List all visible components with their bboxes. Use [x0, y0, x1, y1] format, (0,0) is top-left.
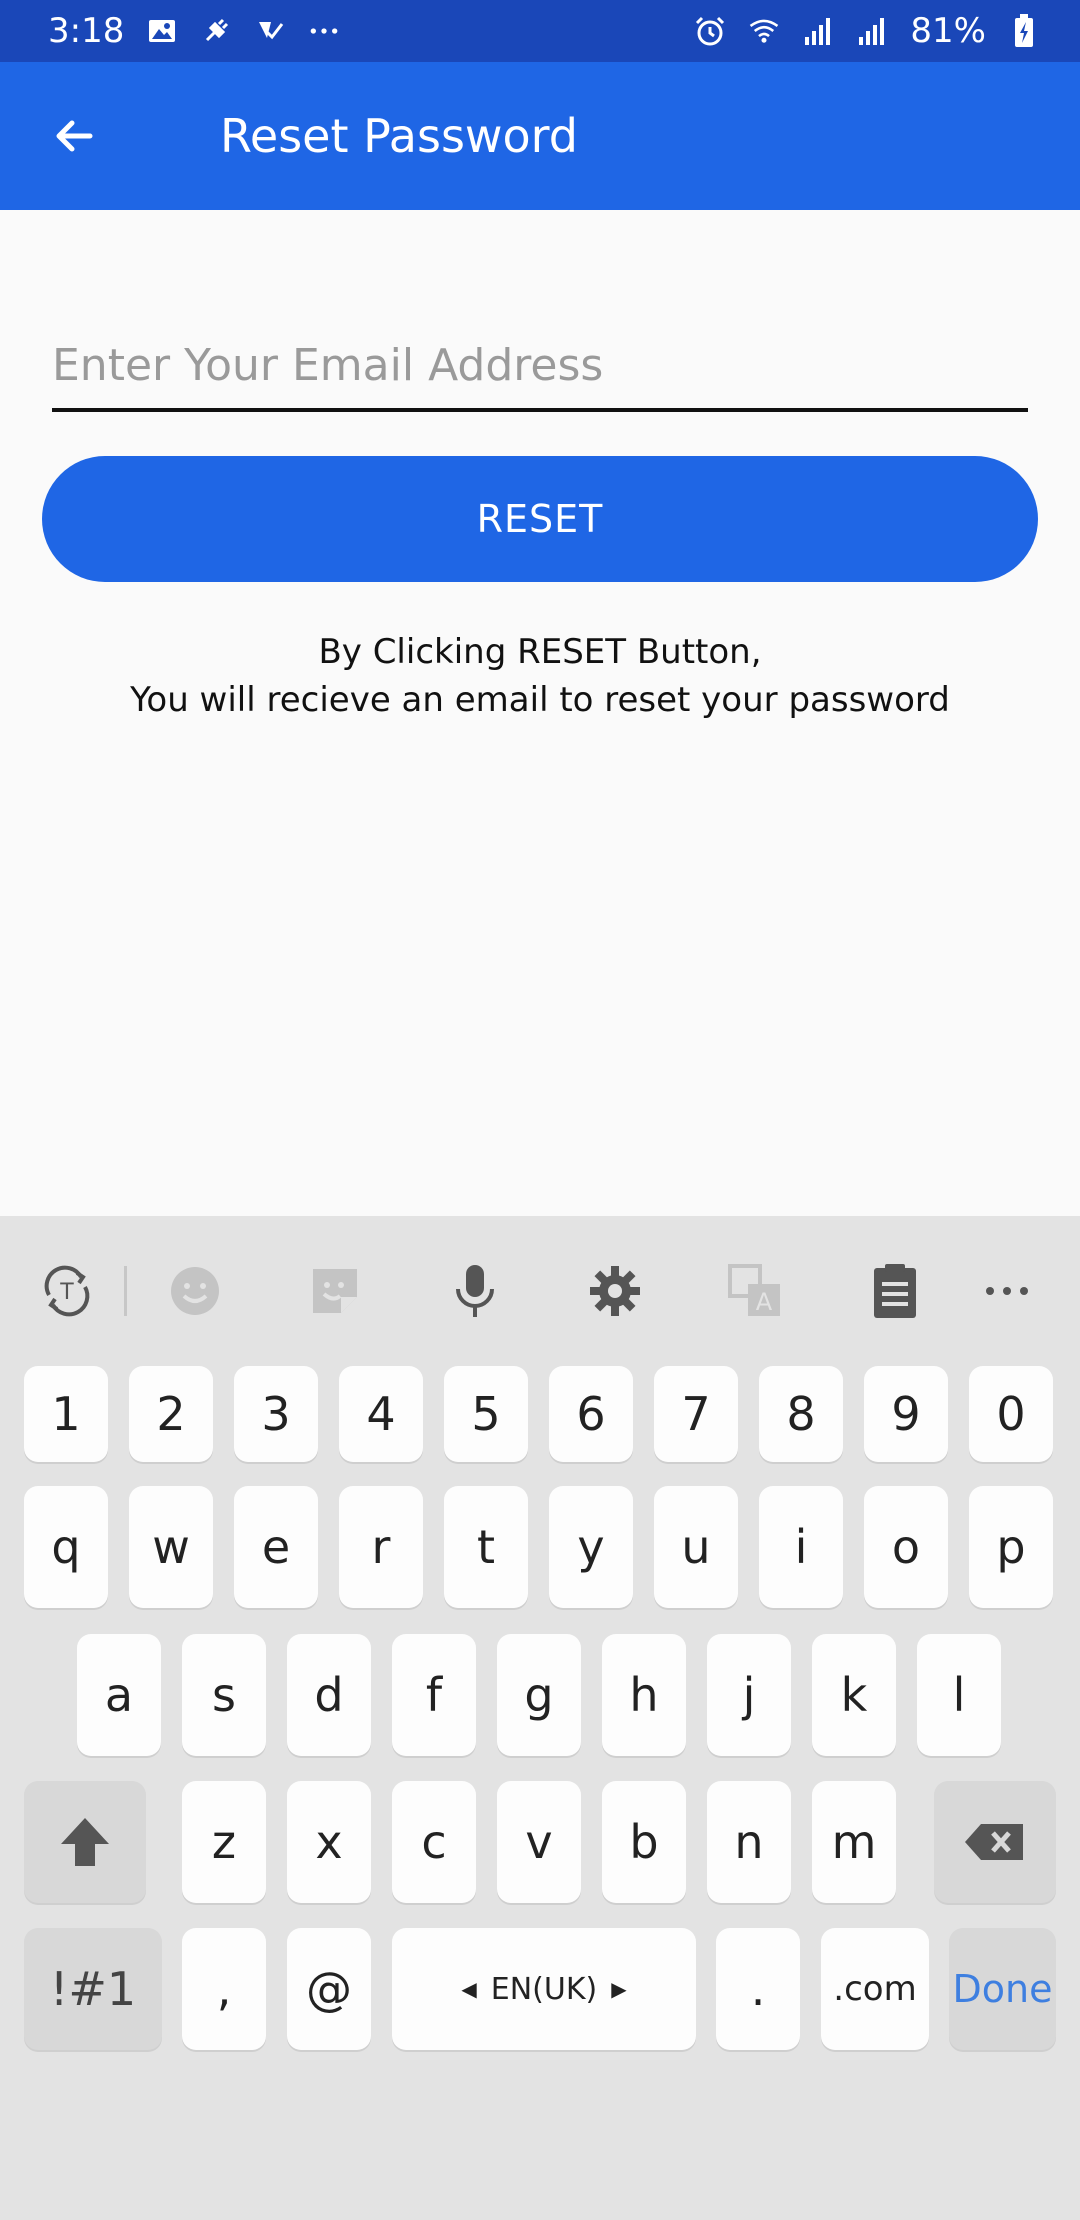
language-label: EN(UK)	[490, 1971, 598, 2007]
app-bar: Reset Password	[0, 62, 1080, 210]
key-3[interactable]: 3	[234, 1366, 318, 1462]
key-k[interactable]: k	[812, 1634, 896, 1756]
helper-line-1: By Clicking RESET Button,	[318, 632, 762, 672]
key-z[interactable]: z	[182, 1781, 266, 1903]
status-bar: 3:18 81%	[0, 0, 1080, 62]
key-g[interactable]: g	[497, 1634, 581, 1756]
key-d[interactable]: d	[287, 1634, 371, 1756]
key-8[interactable]: 8	[759, 1366, 843, 1462]
gear-icon[interactable]	[585, 1261, 645, 1321]
shift-arrow-icon	[61, 1818, 109, 1866]
soft-keyboard: T A 1 2 3 4 5 6 7 8 9 0 q w e r t y u i …	[0, 1216, 1080, 2220]
key-e[interactable]: e	[234, 1486, 318, 1608]
plug-icon	[200, 15, 232, 47]
more-options-icon[interactable]	[977, 1261, 1037, 1321]
key-s[interactable]: s	[182, 1634, 266, 1756]
more-notifications-icon	[308, 15, 340, 47]
at-key[interactable]: @	[287, 1928, 371, 2050]
image-icon	[146, 15, 178, 47]
key-6[interactable]: 6	[549, 1366, 633, 1462]
arrow-back-icon	[56, 120, 93, 152]
key-9[interactable]: 9	[864, 1366, 948, 1462]
key-4[interactable]: 4	[339, 1366, 423, 1462]
key-1[interactable]: 1	[24, 1366, 108, 1462]
translate-icon[interactable]: A	[725, 1261, 785, 1321]
key-m[interactable]: m	[812, 1781, 896, 1903]
key-o[interactable]: o	[864, 1486, 948, 1608]
done-key[interactable]: Done	[949, 1928, 1056, 2050]
reset-button[interactable]: RESET	[42, 456, 1038, 582]
key-r[interactable]: r	[339, 1486, 423, 1608]
signal-icon	[802, 15, 834, 47]
back-button[interactable]	[32, 94, 116, 178]
toolbar-divider	[124, 1266, 127, 1316]
svg-text:A: A	[756, 1288, 773, 1316]
text-mode-icon[interactable]: T	[37, 1261, 97, 1321]
key-j[interactable]: j	[707, 1634, 791, 1756]
key-u[interactable]: u	[654, 1486, 738, 1608]
period-key[interactable]: .	[716, 1928, 800, 2050]
key-a[interactable]: a	[77, 1634, 161, 1756]
keyboard-toolbar: T A	[0, 1216, 1080, 1366]
spacebar-key[interactable]: ◀ EN(UK) ▶	[392, 1928, 696, 2050]
comma-key[interactable]: ,	[182, 1928, 266, 2050]
key-i[interactable]: i	[759, 1486, 843, 1608]
check-icon	[254, 15, 286, 47]
key-n[interactable]: n	[707, 1781, 791, 1903]
key-x[interactable]: x	[287, 1781, 371, 1903]
sticker-icon[interactable]	[305, 1261, 365, 1321]
dotcom-key[interactable]: .com	[821, 1928, 929, 2050]
key-t[interactable]: t	[444, 1486, 528, 1608]
language-right-arrow-icon: ▶	[611, 1977, 627, 2001]
key-0[interactable]: 0	[969, 1366, 1053, 1462]
status-time: 3:18	[48, 11, 125, 51]
email-input[interactable]	[52, 322, 1028, 408]
wifi-icon	[748, 15, 780, 47]
key-v[interactable]: v	[497, 1781, 581, 1903]
svg-text:T: T	[59, 1280, 74, 1305]
key-h[interactable]: h	[602, 1634, 686, 1756]
signal-icon-2	[856, 15, 888, 47]
microphone-icon[interactable]	[445, 1261, 505, 1321]
key-q[interactable]: q	[24, 1486, 108, 1608]
reset-helper-text: By Clicking RESET Button, You will recie…	[0, 628, 1080, 724]
email-field-container	[52, 322, 1028, 412]
page-title: Reset Password	[220, 109, 578, 163]
symbols-key[interactable]: !#1	[24, 1928, 162, 2050]
backspace-icon	[965, 1824, 1023, 1860]
key-y[interactable]: y	[549, 1486, 633, 1608]
backspace-key[interactable]	[934, 1781, 1056, 1903]
shift-key[interactable]	[24, 1781, 146, 1903]
key-5[interactable]: 5	[444, 1366, 528, 1462]
clipboard-icon[interactable]	[865, 1261, 925, 1321]
helper-line-2: You will recieve an email to reset your …	[130, 680, 950, 720]
key-w[interactable]: w	[129, 1486, 213, 1608]
key-p[interactable]: p	[969, 1486, 1053, 1608]
key-2[interactable]: 2	[129, 1366, 213, 1462]
emoji-icon[interactable]	[165, 1261, 225, 1321]
key-c[interactable]: c	[392, 1781, 476, 1903]
key-f[interactable]: f	[392, 1634, 476, 1756]
battery-percent: 81%	[910, 11, 986, 51]
key-7[interactable]: 7	[654, 1366, 738, 1462]
alarm-icon	[694, 15, 726, 47]
key-l[interactable]: l	[917, 1634, 1001, 1756]
key-b[interactable]: b	[602, 1781, 686, 1903]
language-left-arrow-icon: ◀	[461, 1977, 477, 2001]
battery-charging-icon	[1008, 14, 1040, 47]
